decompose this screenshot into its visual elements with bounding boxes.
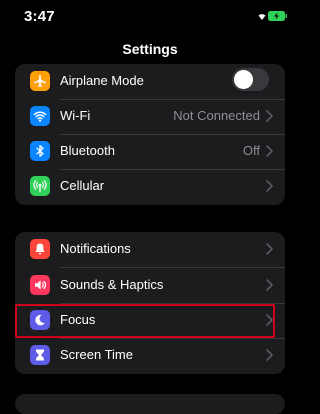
chevron-right-icon bbox=[266, 145, 273, 157]
bluetooth-icon bbox=[30, 141, 50, 161]
wifi-status-icon bbox=[258, 14, 266, 20]
status-bar: 3:47 bbox=[0, 0, 300, 36]
chevron-right-icon bbox=[266, 279, 273, 291]
settings-row-bluetooth[interactable]: Bluetooth Off bbox=[15, 134, 285, 170]
general-group-partial bbox=[15, 394, 285, 414]
settings-row-wifi[interactable]: Wi-Fi Not Connected bbox=[15, 99, 285, 135]
row-label: Wi-Fi bbox=[60, 108, 91, 123]
row-label: Screen Time bbox=[60, 347, 133, 362]
row-label: Notifications bbox=[60, 241, 131, 256]
wifi-icon bbox=[30, 106, 50, 126]
connectivity-group: Airplane Mode Wi-Fi Not Connected Blueto… bbox=[15, 64, 285, 205]
focus-row-highlight bbox=[15, 304, 275, 338]
row-label: Bluetooth bbox=[60, 143, 115, 158]
airplane-icon bbox=[30, 71, 50, 91]
status-time: 3:47 bbox=[24, 8, 55, 25]
notifications-group: Notifications Sounds & Haptics Focus Scr… bbox=[15, 232, 285, 374]
row-label: Airplane Mode bbox=[60, 73, 144, 88]
notification-bell-icon bbox=[30, 239, 50, 259]
battery-icon bbox=[268, 11, 287, 21]
chevron-right-icon bbox=[266, 349, 273, 361]
speaker-icon bbox=[30, 275, 50, 295]
bluetooth-status-value: Off bbox=[242, 143, 260, 158]
row-label: Cellular bbox=[60, 178, 105, 193]
page-title: Settings bbox=[122, 41, 178, 57]
airplane-mode-toggle[interactable] bbox=[232, 68, 269, 91]
chevron-right-icon bbox=[266, 243, 273, 255]
settings-row-airplane-mode[interactable]: Airplane Mode bbox=[15, 64, 285, 100]
settings-row-sounds-haptics[interactable]: Sounds & Haptics bbox=[15, 268, 285, 304]
settings-row-screen-time[interactable]: Screen Time bbox=[15, 338, 285, 374]
row-label: Sounds & Haptics bbox=[60, 277, 164, 292]
toggle-knob bbox=[234, 70, 253, 89]
chevron-right-icon bbox=[266, 180, 273, 192]
wifi-status-value: Not Connected bbox=[173, 108, 260, 123]
settings-row-cellular[interactable]: Cellular bbox=[15, 169, 285, 205]
chevron-right-icon bbox=[266, 110, 273, 122]
cellular-icon bbox=[30, 176, 50, 196]
settings-row-notifications[interactable]: Notifications bbox=[15, 232, 285, 268]
hourglass-icon bbox=[30, 345, 50, 365]
